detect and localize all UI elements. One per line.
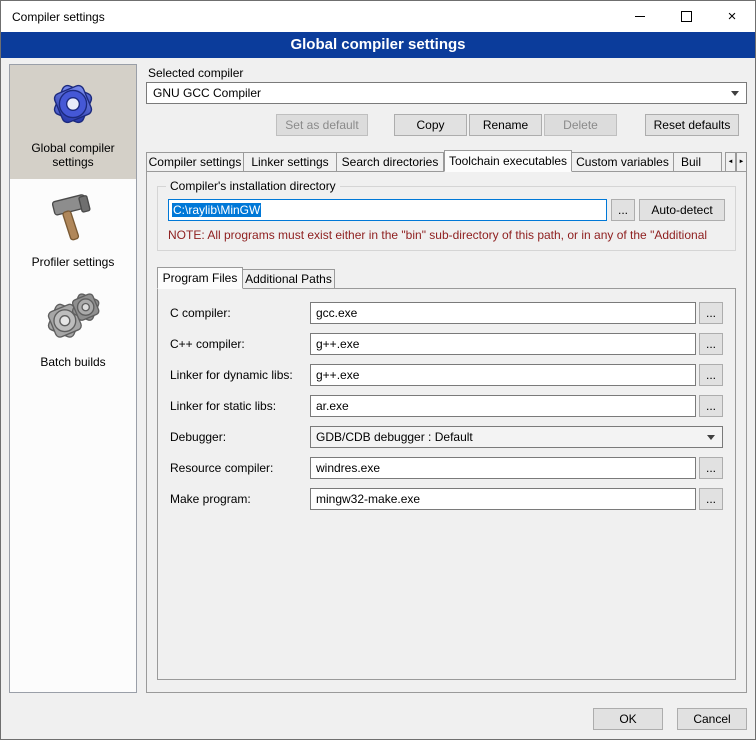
compiler-actions: Set as default Copy Rename Delete Reset … [146,114,747,136]
auto-detect-button[interactable]: Auto-detect [639,199,725,221]
form-row-linker-static: Linker for static libs: ar.exe ... [170,395,723,417]
minimize-button[interactable] [617,1,663,32]
field-label: Resource compiler: [170,461,310,475]
settings-category-list: Global compiler settings Profiler settin… [9,64,137,693]
field-label: Linker for dynamic libs: [170,368,310,382]
copy-button[interactable]: Copy [394,114,467,136]
form-row-make-program: Make program: mingw32-make.exe ... [170,488,723,510]
tab-linker-settings[interactable]: Linker settings [244,152,337,172]
field-value: g++.exe [316,337,359,351]
window-title: Compiler settings [1,10,105,24]
close-icon: × [728,9,737,24]
tab-scroll-right-button[interactable]: ► [736,152,747,172]
sidebar-item-label: Batch builds [13,355,133,369]
field-value: ar.exe [316,399,349,413]
installation-directory-group-title: Compiler's installation directory [166,179,340,194]
ok-button[interactable]: OK [593,708,663,730]
field-label: Make program: [170,492,310,506]
minimize-icon [635,16,645,17]
debugger-select-value: GDB/CDB debugger : Default [316,430,473,444]
rename-button[interactable]: Rename [469,114,542,136]
field-label: C compiler: [170,306,310,320]
tab-scroll-controls: ◄ ► [725,152,747,172]
sidebar-item-global-compiler-settings[interactable]: Global compiler settings [10,65,136,179]
chevron-down-icon [731,91,739,96]
main-panel: Selected compiler GNU GCC Compiler Set a… [146,64,747,693]
tab-toolchain-executables[interactable]: Toolchain executables [444,150,572,172]
tab-search-directories[interactable]: Search directories [337,152,444,172]
sidebar-item-label: Global compiler settings [13,141,133,169]
tab-additional-paths[interactable]: Additional Paths [243,269,335,289]
toolchain-executables-panel: Compiler's installation directory C:\ray… [146,171,747,693]
browse-cpp-compiler-button[interactable]: ... [699,333,723,355]
installation-directory-row: C:\raylib\MinGW ... Auto-detect [168,199,725,221]
maximize-button[interactable] [663,1,709,32]
settings-tabstrip: Compiler settings Linker settings Search… [146,150,747,172]
tab-compiler-settings[interactable]: Compiler settings [146,152,244,172]
gray-gears-icon [13,287,133,349]
compiler-settings-window: Compiler settings × Global compiler sett… [0,0,756,740]
resource-compiler-input[interactable]: windres.exe [310,457,696,479]
browse-c-compiler-button[interactable]: ... [699,302,723,324]
sidebar-item-profiler-settings[interactable]: Profiler settings [10,179,136,279]
chevron-down-icon [707,435,715,440]
cancel-button[interactable]: Cancel [677,708,747,730]
compiler-select[interactable]: GNU GCC Compiler [146,82,747,104]
field-value: mingw32-make.exe [316,492,420,506]
field-label: Linker for static libs: [170,399,310,413]
field-label: Debugger: [170,430,310,444]
installation-directory-value: C:\raylib\MinGW [172,203,261,217]
close-button[interactable]: × [709,1,755,32]
titlebar: Compiler settings × [1,1,755,32]
window-controls: × [617,1,755,32]
c-compiler-input[interactable]: gcc.exe [310,302,696,324]
page-title: Global compiler settings [1,32,755,58]
form-row-resource-compiler: Resource compiler: windres.exe ... [170,457,723,479]
browse-directory-button[interactable]: ... [611,199,635,221]
sidebar-item-batch-builds[interactable]: Batch builds [10,279,136,379]
dialog-body: Global compiler settings Profiler settin… [1,58,755,699]
dialog-footer: OK Cancel [1,699,755,739]
form-row-debugger: Debugger: GDB/CDB debugger : Default [170,426,723,448]
browse-linker-dynamic-button[interactable]: ... [699,364,723,386]
installation-directory-input[interactable]: C:\raylib\MinGW [168,199,607,221]
cpp-compiler-input[interactable]: g++.exe [310,333,696,355]
profiler-hammer-icon [13,187,133,249]
tab-custom-variables[interactable]: Custom variables [572,152,674,172]
tab-program-files[interactable]: Program Files [157,267,243,289]
delete-button[interactable]: Delete [544,114,617,136]
field-value: windres.exe [316,461,380,475]
browse-linker-static-button[interactable]: ... [699,395,723,417]
blue-gear-icon [13,73,133,135]
browse-make-program-button[interactable]: ... [699,488,723,510]
tab-build-options[interactable]: Buil [674,152,722,172]
program-files-panel: C compiler: gcc.exe ... C++ compiler: g+… [157,288,736,680]
selected-compiler-label: Selected compiler [146,64,747,82]
field-value: gcc.exe [316,306,357,320]
browse-resource-compiler-button[interactable]: ... [699,457,723,479]
linker-static-input[interactable]: ar.exe [310,395,696,417]
form-row-c-compiler: C compiler: gcc.exe ... [170,302,723,324]
reset-defaults-button[interactable]: Reset defaults [645,114,739,136]
make-program-input[interactable]: mingw32-make.exe [310,488,696,510]
compiler-select-value: GNU GCC Compiler [153,86,261,100]
program-files-tabstrip: Program Files Additional Paths [157,267,736,289]
field-label: C++ compiler: [170,337,310,351]
sidebar-item-label: Profiler settings [13,255,133,269]
debugger-select[interactable]: GDB/CDB debugger : Default [310,426,723,448]
directory-note: NOTE: All programs must exist either in … [168,228,725,242]
set-as-default-button[interactable]: Set as default [276,114,368,136]
maximize-icon [681,11,692,22]
installation-directory-group: Compiler's installation directory C:\ray… [157,186,736,251]
linker-dynamic-input[interactable]: g++.exe [310,364,696,386]
form-row-linker-dynamic: Linker for dynamic libs: g++.exe ... [170,364,723,386]
tab-scroll-left-button[interactable]: ◄ [725,152,736,172]
field-value: g++.exe [316,368,359,382]
form-row-cpp-compiler: C++ compiler: g++.exe ... [170,333,723,355]
